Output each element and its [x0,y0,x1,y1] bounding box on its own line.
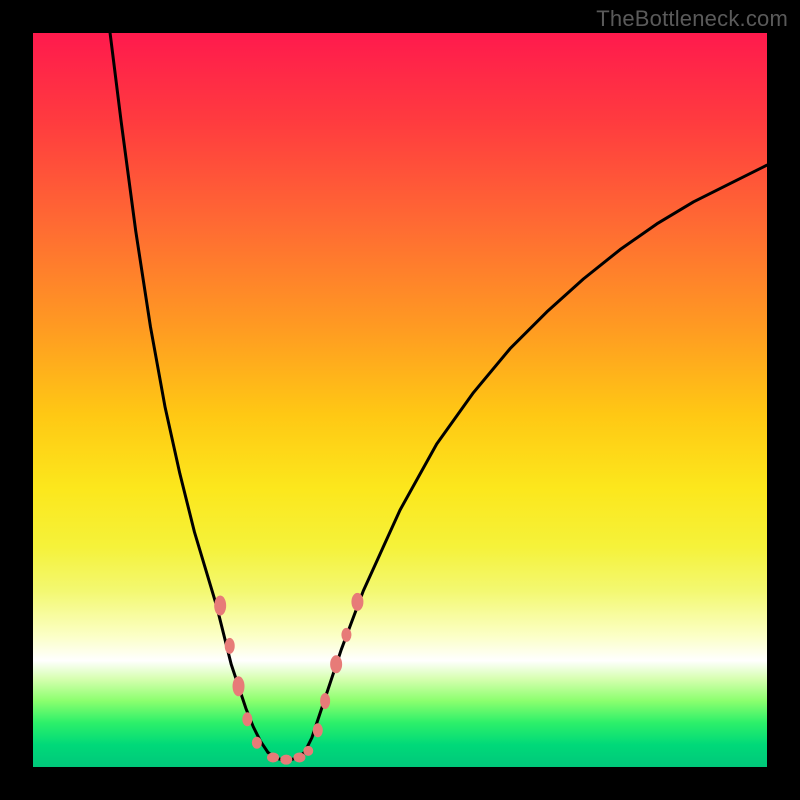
chart-svg [33,33,767,767]
marker-group [214,593,363,765]
data-marker [280,755,292,765]
curve-group [110,33,767,760]
chart-frame: TheBottleneck.com [0,0,800,800]
curve-left-branch [110,33,268,752]
data-marker [214,596,226,616]
curve-right-branch [305,165,767,752]
data-marker [320,693,330,709]
data-marker [303,746,313,756]
plot-area [33,33,767,767]
data-marker [313,723,323,737]
data-marker [225,638,235,654]
data-marker [252,737,262,749]
data-marker [293,752,305,762]
data-marker [233,676,245,696]
data-marker [351,593,363,611]
data-marker [267,752,279,762]
data-marker [242,712,252,726]
data-marker [330,655,342,673]
watermark-text: TheBottleneck.com [596,6,788,32]
data-marker [341,628,351,642]
